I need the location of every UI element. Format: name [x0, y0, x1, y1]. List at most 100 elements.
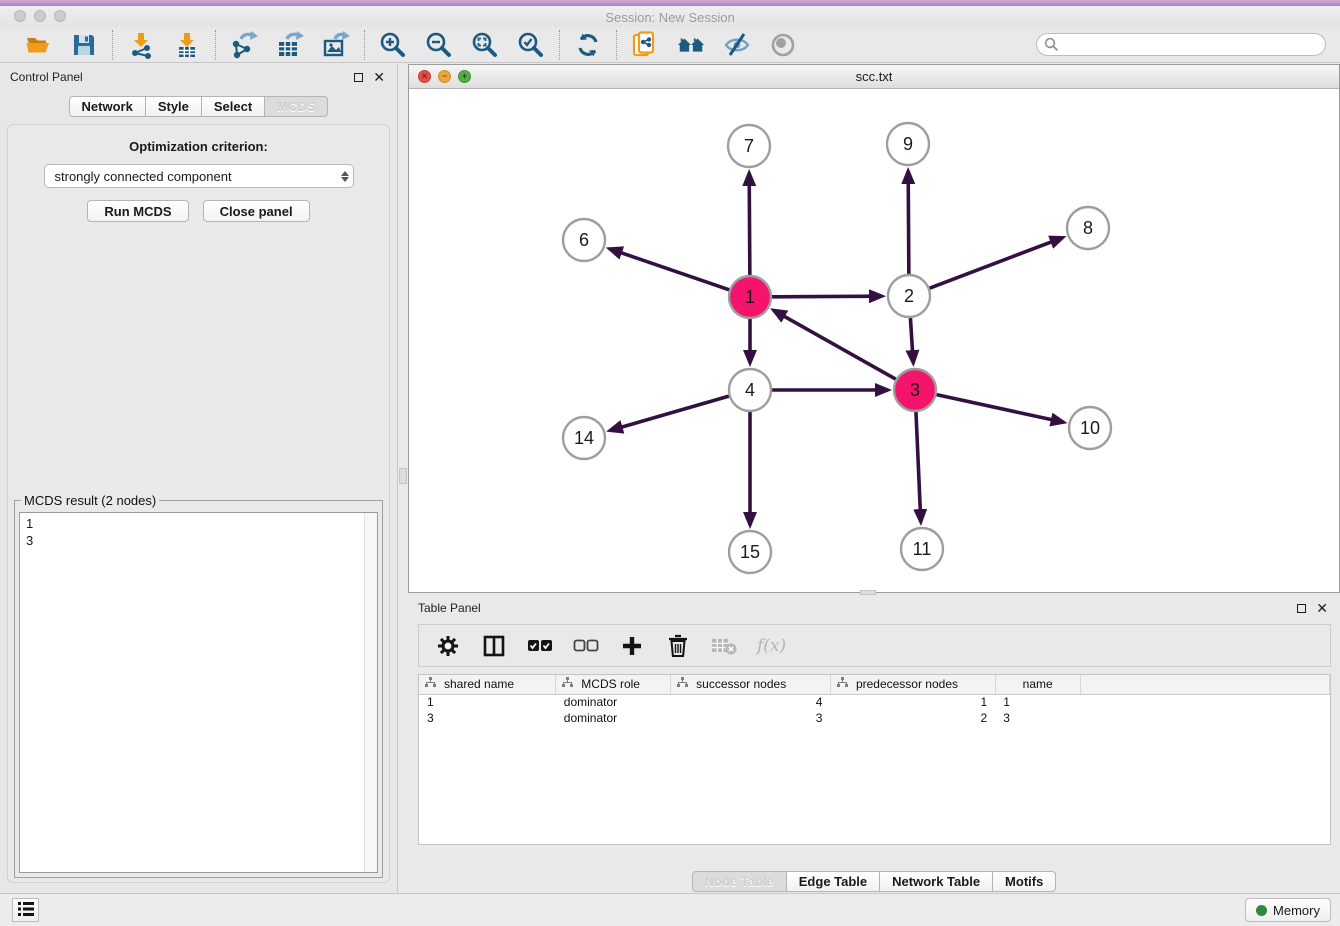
graph-node-10[interactable]: 10 [1069, 407, 1111, 449]
gear-icon[interactable] [435, 633, 461, 659]
session-home-icon[interactable] [676, 30, 706, 60]
show-panel-icon[interactable] [768, 30, 798, 60]
optimization-criterion-select[interactable]: strongly connected component [44, 164, 354, 188]
column-header-successor-nodes[interactable]: successor nodes [671, 675, 831, 694]
columns-icon[interactable] [481, 633, 507, 659]
graph-node-6[interactable]: 6 [563, 219, 605, 261]
export-image-icon[interactable] [321, 30, 351, 60]
tab-motifs[interactable]: Motifs [993, 871, 1056, 892]
tree-icon [677, 677, 688, 691]
zoom-fit-icon[interactable] [470, 30, 500, 60]
tab-mcds[interactable]: MCDS [265, 96, 328, 117]
graph-edge-2-3[interactable] [910, 318, 913, 363]
mcds-tab-content: Optimization criterion: strongly connect… [7, 124, 390, 883]
graph-edge-4-14[interactable] [610, 396, 729, 430]
duplicate-network-icon[interactable] [630, 30, 660, 60]
tree-icon [562, 677, 573, 691]
task-history-button[interactable] [12, 898, 39, 922]
float-icon[interactable] [354, 73, 363, 82]
graph-node-2[interactable]: 2 [888, 275, 930, 317]
graph-node-15[interactable]: 15 [729, 531, 771, 573]
graph-node-1[interactable]: 1 [729, 276, 771, 318]
graph-edge-3-1[interactable] [774, 310, 896, 379]
tab-select[interactable]: Select [202, 96, 265, 117]
main-toolbar [0, 27, 1340, 63]
network-minimize-button[interactable]: − [438, 70, 451, 83]
graph-node-14[interactable]: 14 [563, 417, 605, 459]
graph-edge-3-11[interactable] [916, 412, 921, 522]
export-table-icon[interactable] [275, 30, 305, 60]
table-cell[interactable]: 3 [671, 710, 831, 726]
graph-node-label: 9 [903, 134, 913, 154]
network-window-titlebar[interactable]: scc.txt ✕ − + [409, 65, 1339, 89]
table-cell[interactable]: 2 [830, 710, 995, 726]
refresh-icon[interactable] [573, 30, 603, 60]
add-icon[interactable] [619, 633, 645, 659]
graph-edge-1-6[interactable] [610, 249, 730, 290]
table-cell[interactable]: 3 [995, 710, 1080, 726]
float-icon[interactable] [1297, 604, 1306, 613]
zoom-in-icon[interactable] [378, 30, 408, 60]
tree-icon [425, 677, 436, 691]
tab-network-table[interactable]: Network Table [880, 871, 993, 892]
table-cell[interactable]: 1 [419, 694, 556, 710]
table-row[interactable]: 1dominator411 [419, 694, 1330, 710]
column-header-shared-name[interactable]: shared name [419, 675, 556, 694]
graph-node-4[interactable]: 4 [729, 369, 771, 411]
export-network-icon[interactable] [229, 30, 259, 60]
table-cell[interactable]: 3 [419, 710, 556, 726]
column-header-MCDS-role[interactable]: MCDS role [556, 675, 671, 694]
table-cell[interactable]: dominator [556, 694, 671, 710]
graph-edge-1-2[interactable] [772, 296, 882, 297]
node-table[interactable]: shared nameMCDS rolesuccessor nodesprede… [418, 674, 1331, 845]
table-cell[interactable]: 4 [671, 694, 831, 710]
tab-edge-table[interactable]: Edge Table [787, 871, 880, 892]
memory-button[interactable]: Memory [1245, 898, 1331, 922]
list-icon [17, 901, 35, 920]
network-canvas[interactable]: 7 9 6 8 1 2 4 3 14 10 15 11 [409, 89, 1339, 592]
tab-node-table[interactable]: Node Table [692, 871, 787, 892]
window-titlebar: Session: New Session [0, 6, 1340, 27]
network-close-button[interactable]: ✕ [418, 70, 431, 83]
result-scrollbar[interactable] [364, 513, 377, 872]
graph-node-3[interactable]: 3 [894, 369, 936, 411]
zoom-out-icon[interactable] [424, 30, 454, 60]
search-input[interactable] [1036, 33, 1326, 56]
run-mcds-button[interactable]: Run MCDS [87, 200, 188, 222]
deselect-all-icon[interactable] [573, 633, 599, 659]
hide-panel-icon[interactable] [722, 30, 752, 60]
zoom-selected-icon[interactable] [516, 30, 546, 60]
network-maximize-button[interactable]: + [458, 70, 471, 83]
table-cell[interactable]: 1 [830, 694, 995, 710]
table-row[interactable]: 3dominator323 [419, 710, 1330, 726]
close-icon[interactable]: ✕ [373, 73, 385, 82]
column-header-predecessor-nodes[interactable]: predecessor nodes [830, 675, 995, 694]
select-all-icon[interactable] [527, 633, 553, 659]
tab-network[interactable]: Network [69, 96, 146, 117]
graph-node-label: 14 [574, 428, 594, 448]
graph-edge-1-7[interactable] [749, 173, 750, 275]
import-table-icon[interactable] [172, 30, 202, 60]
graph-node-label: 4 [745, 380, 755, 400]
save-session-icon[interactable] [69, 30, 99, 60]
mcds-result-area[interactable]: 1 3 [19, 512, 378, 873]
graph-node-7[interactable]: 7 [728, 125, 770, 167]
optimization-criterion-label: Optimization criterion: [8, 139, 389, 154]
close-panel-button[interactable]: Close panel [203, 200, 310, 222]
close-icon[interactable]: ✕ [1316, 604, 1328, 613]
column-header-name[interactable]: name [995, 675, 1080, 694]
graph-node-8[interactable]: 8 [1067, 207, 1109, 249]
graph-node-label: 3 [910, 380, 920, 400]
import-network-icon[interactable] [126, 30, 156, 60]
graph-edge-2-8[interactable] [930, 238, 1063, 289]
graph-edge-3-10[interactable] [936, 395, 1063, 423]
graph-node-11[interactable]: 11 [901, 528, 943, 570]
graph-edge-2-9[interactable] [908, 171, 909, 274]
table-cell[interactable]: dominator [556, 710, 671, 726]
panel-splitter-handle[interactable] [399, 468, 407, 484]
open-session-icon[interactable] [23, 30, 53, 60]
delete-icon[interactable] [665, 633, 691, 659]
tab-style[interactable]: Style [146, 96, 202, 117]
graph-node-9[interactable]: 9 [887, 123, 929, 165]
table-cell[interactable]: 1 [995, 694, 1080, 710]
